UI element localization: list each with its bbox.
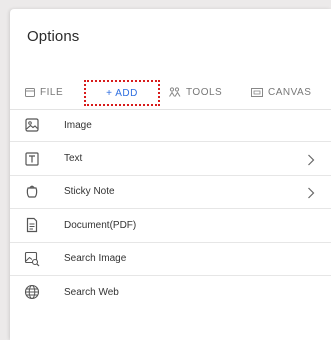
text-box-icon bbox=[24, 151, 40, 167]
chevron-right-icon bbox=[307, 186, 315, 199]
list-item-label: Document(PDF) bbox=[64, 219, 137, 231]
list-item-search-web[interactable]: Search Web bbox=[10, 276, 331, 308]
list-item-sticky-note[interactable]: Sticky Note bbox=[10, 176, 331, 210]
tab-add-label: + ADD bbox=[106, 87, 138, 99]
list-item-label: Image bbox=[64, 119, 92, 131]
tab-tools[interactable]: TOOLS bbox=[169, 75, 222, 109]
list-item-search-image[interactable]: Search Image bbox=[10, 243, 331, 276]
list-item-text[interactable]: Text bbox=[10, 142, 331, 176]
tab-canvas-label: CANVAS bbox=[268, 86, 312, 98]
list-item-label: Text bbox=[64, 153, 83, 165]
document-icon bbox=[24, 217, 40, 233]
options-list: Image Text Sticky Note Document(PDF) Sea… bbox=[10, 109, 331, 308]
list-item-label: Search Web bbox=[64, 286, 119, 298]
globe-icon bbox=[24, 284, 40, 300]
tab-file-label: FILE bbox=[40, 86, 64, 98]
tools-icon bbox=[169, 87, 181, 97]
tab-canvas[interactable]: CANVAS bbox=[251, 75, 311, 109]
options-panel: Options FILE + ADD TOOLS CANVAS Image Te… bbox=[10, 9, 331, 340]
tab-bar: FILE + ADD TOOLS CANVAS bbox=[10, 75, 331, 110]
list-item-document-pdf[interactable]: Document(PDF) bbox=[10, 209, 331, 243]
tab-file[interactable]: FILE bbox=[25, 75, 63, 109]
panel-title: Options bbox=[27, 28, 80, 45]
list-item-label: Sticky Note bbox=[64, 186, 115, 198]
tab-add[interactable]: + ADD bbox=[84, 80, 160, 106]
canvas-icon bbox=[251, 87, 263, 97]
list-item-label: Search Image bbox=[64, 253, 127, 265]
search-image-icon bbox=[24, 251, 40, 267]
sticky-note-icon bbox=[24, 184, 40, 200]
image-icon bbox=[24, 117, 40, 133]
list-item-image[interactable]: Image bbox=[10, 109, 331, 143]
chevron-right-icon bbox=[307, 153, 315, 166]
file-icon bbox=[25, 87, 35, 97]
tab-tools-label: TOOLS bbox=[186, 86, 223, 98]
